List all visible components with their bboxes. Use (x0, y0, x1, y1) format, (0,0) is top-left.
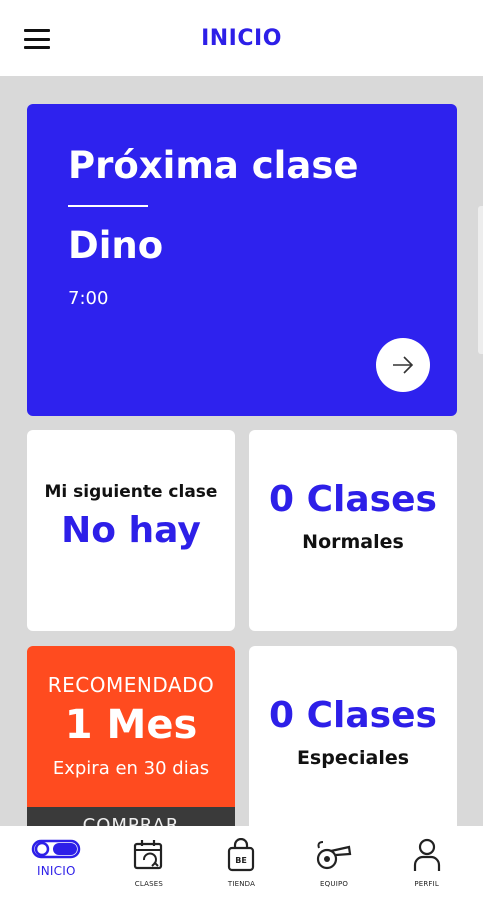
menu-icon[interactable] (24, 29, 50, 49)
page-title: INICIO (201, 25, 282, 51)
tile-value: No hay (61, 510, 201, 551)
top-app-bar: INICIO (0, 0, 483, 76)
home-toggle-icon (32, 839, 81, 859)
tab-label: EQUIPO (320, 880, 349, 888)
tab-label: CLASES (134, 880, 164, 888)
tab-label: TIENDA (227, 880, 256, 888)
recommended-label: RECOMENDADO (47, 673, 215, 697)
bottom-tab-bar: INICIO CLASES BE TIENDA EQUIPO PERFIL (0, 826, 483, 900)
next-class-name: Dino (68, 224, 164, 267)
arrow-right-icon (393, 356, 414, 374)
next-class-arrow-button[interactable] (376, 338, 430, 392)
tab-inicio[interactable]: INICIO (16, 826, 96, 900)
plan-name: 1 Mes (64, 702, 198, 748)
user-icon (413, 838, 440, 871)
next-class-tile[interactable]: Mi siguiente clase No hay (27, 430, 235, 631)
tab-label: INICIO (36, 864, 76, 878)
next-class-time: 7:00 (68, 288, 109, 309)
tab-tienda[interactable]: BE TIENDA (201, 826, 281, 900)
home-content[interactable]: Próxima clase Dino 7:00 Mi siguiente cla… (0, 76, 483, 826)
normal-classes-label: Normales (302, 531, 404, 553)
next-class-title: Próxima clase (68, 144, 359, 187)
divider (68, 205, 148, 207)
special-classes-label: Especiales (296, 747, 410, 769)
tab-equipo[interactable]: EQUIPO (294, 826, 374, 900)
calendar-icon (133, 840, 162, 870)
special-classes-tile[interactable]: 0 Clases Especiales (249, 646, 457, 826)
buy-button[interactable]: COMPRAR (27, 807, 235, 826)
tile-label: Mi siguiente clase (44, 482, 218, 502)
plan-expiry: Expira en 30 dias (52, 758, 210, 779)
scrollbar[interactable] (478, 206, 483, 354)
shopping-bag-icon: BE (228, 838, 255, 872)
tab-label: PERFIL (414, 880, 440, 888)
tab-clases[interactable]: CLASES (109, 826, 189, 900)
special-classes-count: 0 Clases (269, 695, 437, 736)
normal-classes-tile[interactable]: 0 Clases Normales (249, 430, 457, 631)
recommended-plan-tile[interactable]: RECOMENDADO 1 Mes Expira en 30 dias COMP… (27, 646, 235, 826)
next-class-card[interactable]: Próxima clase Dino 7:00 (27, 104, 457, 416)
svg-text:BE: BE (236, 856, 248, 865)
tab-perfil[interactable]: PERFIL (387, 826, 467, 900)
normal-classes-count: 0 Clases (269, 479, 437, 520)
whistle-icon (316, 841, 352, 870)
